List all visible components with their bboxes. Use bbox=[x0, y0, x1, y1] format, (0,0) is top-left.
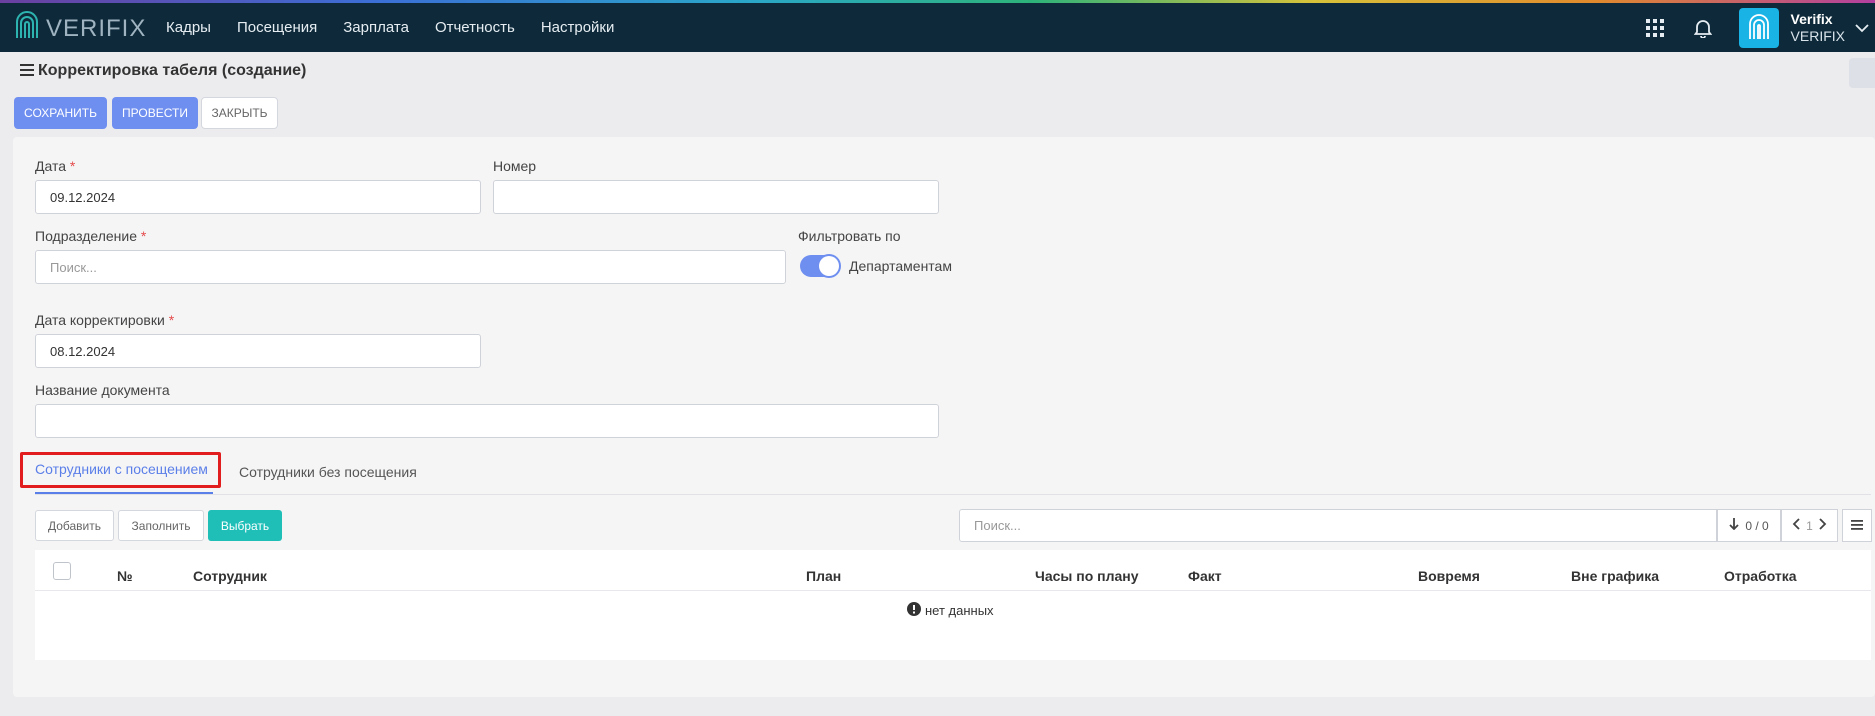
nav-item-kadry[interactable]: Кадры bbox=[166, 19, 211, 36]
tab-with-visits[interactable]: Сотрудники с посещением bbox=[20, 452, 221, 488]
doc-name-input[interactable] bbox=[35, 404, 939, 438]
date-label: Дата * bbox=[35, 158, 75, 174]
hamburger-menu-icon[interactable] bbox=[20, 63, 34, 79]
top-navbar: VERIFIX Кадры Посещения Зарплата Отчетно… bbox=[0, 3, 1875, 52]
select-all-checkbox[interactable] bbox=[53, 562, 71, 580]
arrow-down-icon bbox=[1729, 518, 1739, 533]
select-button[interactable]: Выбрать bbox=[208, 510, 282, 541]
date-label-text: Дата bbox=[35, 158, 67, 174]
top-right-area: Verifix VERIFIX bbox=[1643, 3, 1875, 52]
nav-item-nastroyki[interactable]: Настройки bbox=[541, 19, 615, 36]
empty-state-text: нет данных bbox=[925, 603, 994, 618]
division-label: Подразделение * bbox=[35, 228, 146, 244]
filter-value-label: Департаментам bbox=[849, 258, 952, 274]
number-input[interactable] bbox=[493, 180, 939, 214]
page-header: Корректировка табеля (создание) bbox=[20, 62, 306, 80]
user-name: Verifix bbox=[1790, 10, 1833, 27]
number-label: Номер bbox=[493, 158, 537, 174]
empty-state: нет данных bbox=[907, 602, 994, 619]
post-button[interactable]: ПРОВЕСТИ bbox=[112, 97, 198, 129]
chevron-right-icon[interactable] bbox=[1819, 518, 1827, 533]
user-org: VERIFIX bbox=[1790, 27, 1845, 44]
chevron-down-icon[interactable] bbox=[1855, 20, 1869, 36]
required-mark: * bbox=[69, 158, 76, 174]
date-input[interactable]: 09.12.2024 bbox=[35, 180, 481, 214]
pager: 1 bbox=[1781, 509, 1838, 542]
logo[interactable]: VERIFIX bbox=[14, 10, 146, 47]
sort-count[interactable]: 0 / 0 bbox=[1717, 509, 1781, 542]
page-number: 1 bbox=[1806, 518, 1813, 533]
corr-date-label: Дата корректировки * bbox=[35, 312, 174, 328]
column-header-workoff[interactable]: Отработка bbox=[1724, 568, 1797, 584]
column-header-on-time[interactable]: Вовремя bbox=[1418, 568, 1480, 584]
bell-icon[interactable] bbox=[1691, 16, 1715, 40]
filter-toggle[interactable] bbox=[800, 255, 840, 277]
table-search-input[interactable]: Поиск... bbox=[959, 509, 1717, 542]
column-header-off-schedule[interactable]: Вне графика bbox=[1571, 568, 1659, 584]
page-title: Корректировка табеля (создание) bbox=[38, 62, 307, 79]
avatar[interactable] bbox=[1738, 7, 1779, 48]
active-tab-underline bbox=[35, 492, 213, 494]
nav-item-zarplata[interactable]: Зарплата bbox=[343, 19, 409, 36]
list-menu-icon bbox=[1851, 519, 1863, 533]
chevron-left-icon[interactable] bbox=[1792, 518, 1800, 533]
tab-without-visits[interactable]: Сотрудники без посещения bbox=[239, 464, 417, 480]
add-button[interactable]: Добавить bbox=[35, 510, 114, 541]
logo-text: VERIFIX bbox=[46, 14, 147, 42]
table-header-divider bbox=[35, 590, 1871, 591]
division-label-text: Подразделение bbox=[35, 228, 138, 244]
nav-item-poseshcheniya[interactable]: Посещения bbox=[237, 19, 317, 36]
column-header-employee[interactable]: Сотрудник bbox=[193, 568, 267, 584]
tabs-divider bbox=[35, 494, 1871, 495]
column-header-plan[interactable]: План bbox=[806, 568, 841, 584]
side-panel-toggle[interactable] bbox=[1849, 58, 1875, 88]
toggle-knob bbox=[819, 256, 839, 276]
column-settings-button[interactable] bbox=[1842, 509, 1872, 542]
column-header-plan-hours[interactable]: Часы по плану bbox=[1035, 568, 1139, 584]
required-mark: * bbox=[168, 312, 175, 328]
exclamation-circle-icon bbox=[907, 602, 921, 619]
division-search-input[interactable]: Поиск... bbox=[35, 250, 786, 284]
required-mark: * bbox=[140, 228, 147, 244]
main-nav: Кадры Посещения Зарплата Отчетность Наст… bbox=[166, 3, 640, 52]
nav-item-otchetnost[interactable]: Отчетность bbox=[435, 19, 515, 36]
save-button[interactable]: СОХРАНИТЬ bbox=[14, 97, 107, 129]
apps-grid-icon[interactable] bbox=[1643, 16, 1667, 40]
column-header-fact[interactable]: Факт bbox=[1188, 568, 1222, 584]
doc-name-label: Название документа bbox=[35, 382, 170, 398]
employees-table: № Сотрудник План Часы по плану Факт Вовр… bbox=[35, 550, 1871, 660]
record-count: 0 / 0 bbox=[1745, 518, 1769, 533]
corr-date-label-text: Дата корректировки bbox=[35, 312, 165, 328]
corr-date-input[interactable]: 08.12.2024 bbox=[35, 334, 481, 368]
user-info[interactable]: Verifix VERIFIX bbox=[1791, 11, 1845, 45]
fingerprint-logo-icon bbox=[14, 10, 40, 47]
close-button[interactable]: ЗАКРЫТЬ bbox=[201, 97, 278, 129]
column-header-number[interactable]: № bbox=[117, 568, 133, 584]
filter-label: Фильтровать по bbox=[798, 228, 901, 244]
fill-button[interactable]: Заполнить bbox=[118, 510, 204, 541]
